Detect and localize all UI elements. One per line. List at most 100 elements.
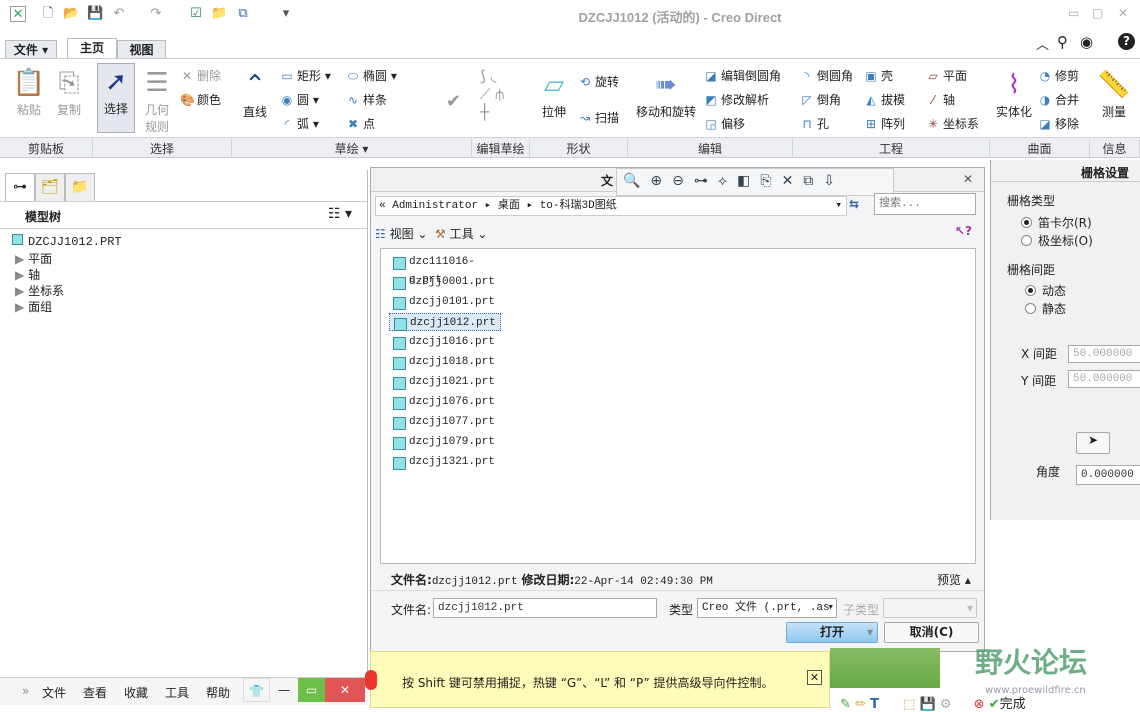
file-item[interactable]: dzcjj0001.prt <box>389 273 501 291</box>
redo-icon[interactable]: ↷ <box>148 6 164 22</box>
community-icon[interactable]: ◉ <box>1080 33 1093 51</box>
extrude-button[interactable]: ▱ 拉伸 <box>538 67 570 120</box>
tab-view[interactable]: 视图 <box>117 40 166 59</box>
spline-button[interactable]: ∿ 样条 <box>346 91 387 108</box>
dialog-close-button[interactable]: ✕ <box>963 172 973 186</box>
undo-icon[interactable]: ↶ <box>111 6 127 22</box>
y-spacing-input[interactable] <box>1068 370 1140 388</box>
close-window-icon[interactable]: 📁 <box>211 6 227 22</box>
collapse-icon[interactable]: ︿ <box>1036 34 1049 53</box>
plane-button[interactable]: ▱ 平面 <box>926 67 967 84</box>
delete-button[interactable]: ✕ 删除 <box>180 67 221 84</box>
breadcrumb-desktop[interactable]: 桌面 <box>498 200 520 212</box>
save-icon[interactable]: 💾 <box>87 6 103 22</box>
filename-input[interactable] <box>433 598 657 618</box>
check-icon[interactable]: ✔ <box>446 91 461 112</box>
favorites-tab[interactable]: 📁 <box>65 173 95 201</box>
minimize-icon[interactable]: — <box>270 678 298 702</box>
breadcrumb-dropdown-icon[interactable]: ▾ <box>835 197 842 215</box>
group-sketch[interactable]: 草绘 ▾ <box>232 140 472 157</box>
file-item[interactable]: dzcjj0101.prt <box>389 293 501 311</box>
modify-analytic-button[interactable]: ◩ 修改解析 <box>704 91 769 108</box>
sweep-button[interactable]: ↝ 扫描 <box>578 109 619 126</box>
edit-round-button[interactable]: ◪ 编辑倒圆角 <box>704 67 781 84</box>
model-tree-tab[interactable]: ⊶ <box>5 173 35 201</box>
paste-button[interactable]: 📋 粘贴 <box>10 65 48 118</box>
done-icon[interactable]: ✔ <box>989 697 1000 712</box>
measure-button[interactable]: 📏 测量 <box>1096 67 1132 120</box>
breadcrumb[interactable]: « Administrator ▸ 桌面 ▸ to-科瑞3D图纸 ▾ <box>375 196 847 216</box>
minimize-button[interactable]: ▭ <box>1068 6 1079 20</box>
skin-icon[interactable]: 👕 <box>243 678 270 702</box>
maximize-icon[interactable]: ▭ <box>298 678 325 702</box>
pattern-button[interactable]: ⊞ 阵列 <box>864 115 905 132</box>
message-close-button[interactable]: ✕ <box>807 670 822 685</box>
revolve-button[interactable]: ⟲ 旋转 <box>578 73 619 90</box>
type-select[interactable]: Creo 文件 (.prt, .as ▾ <box>697 598 837 618</box>
refresh-icon[interactable]: ⇆ <box>849 197 859 211</box>
select-button[interactable]: ➚ 选择 <box>97 63 135 133</box>
file-item[interactable]: dzcjj1076.prt <box>389 393 501 411</box>
chamfer-button[interactable]: ◸ 倒角 <box>800 91 841 108</box>
remove-button[interactable]: ◪ 移除 <box>1038 115 1079 132</box>
customize-icon[interactable]: ▾ <box>278 6 294 22</box>
round-button[interactable]: ◝ 倒圆角 <box>800 67 853 84</box>
tree-item-axes[interactable]: ▶ 轴 <box>15 266 40 283</box>
tree-item-planes[interactable]: ▶ 平面 <box>15 250 52 267</box>
tools-menu[interactable]: ⚒ 工具 ⌄ <box>435 225 487 242</box>
more-icon[interactable]: » <box>22 684 29 698</box>
copy-button[interactable]: ⎘ 复制 <box>52 65 86 118</box>
tree-item-csys[interactable]: ▶ 坐标系 <box>15 282 64 299</box>
line-button[interactable]: ⌃ 直线 <box>238 67 272 120</box>
tree-item-quilts[interactable]: ▶ 面组 <box>15 298 52 315</box>
file-item[interactable]: dzcjj1077.prt <box>389 413 501 431</box>
palette-icon[interactable]: ⬚ <box>903 697 915 712</box>
search-icon[interactable]: ⚲ <box>1057 33 1068 51</box>
search-input[interactable] <box>874 193 976 215</box>
file-item[interactable]: dzc111016-c.prt <box>389 253 501 286</box>
geometry-rules-button[interactable]: ☰ 几何规则 <box>140 65 174 135</box>
pick-button[interactable]: ➤ <box>1076 432 1110 454</box>
shell-button[interactable]: ▣ 壳 <box>864 67 893 84</box>
cancel-button[interactable]: 取消(C) <box>884 622 979 643</box>
tab-home[interactable]: 主页 <box>67 38 117 60</box>
subtype-select[interactable]: ▾ <box>883 598 977 618</box>
cancel-icon[interactable]: ⊗ <box>974 697 985 712</box>
menu-tools[interactable]: 工具 <box>165 684 189 701</box>
file-item[interactable]: dzcjj1321.prt <box>389 453 501 471</box>
file-item[interactable]: dzcjj1079.prt <box>389 433 501 451</box>
save-small-icon[interactable]: 💾 <box>920 697 936 712</box>
new-icon[interactable]: 🗋 <box>40 6 56 22</box>
angle-input[interactable] <box>1076 465 1140 485</box>
radio-cartesian[interactable]: 笛卡尔(R) <box>1021 214 1092 231</box>
tree-root[interactable]: DZCJJ1012.PRT <box>12 234 122 249</box>
view-toolbar[interactable]: 🔍⊕⊖⊶⟡◧⎘✕⧉⇩ <box>616 168 894 196</box>
file-list[interactable]: dzc111016-c.prt dzcjj0001.prt dzcjj0101.pr… <box>380 248 976 564</box>
regenerate-icon[interactable]: ☑ <box>188 6 204 22</box>
folder-browser-tab[interactable]: 🗂 <box>35 173 65 201</box>
sketch-icon[interactable]: ✎ <box>840 697 851 712</box>
text-icon[interactable]: T <box>870 697 879 712</box>
menu-favorites[interactable]: 收藏 <box>124 684 148 701</box>
axis-button[interactable]: ⁄ 轴 <box>926 91 955 108</box>
radio-dynamic[interactable]: 动态 <box>1025 282 1066 299</box>
context-help-icon[interactable]: ↖? <box>955 224 972 238</box>
radio-polar[interactable]: 极坐标(O) <box>1021 232 1093 249</box>
solidify-button[interactable]: ⌇ 实体化 <box>996 67 1032 120</box>
file-item[interactable]: dzcjj1021.prt <box>389 373 501 391</box>
move-rotate-button[interactable]: ➠ 移动和旋转 <box>634 67 698 120</box>
preview-toggle[interactable]: 预览 ▴ <box>937 571 971 588</box>
edit-sketch-icons[interactable]: ⟆ ◟ ⟋ ⫛ ┼ <box>480 67 504 121</box>
arc-button[interactable]: ◜ 弧 ▾ <box>280 115 319 132</box>
restore-button[interactable]: ▢ <box>1092 6 1103 20</box>
close-icon[interactable]: ✕ <box>325 678 365 702</box>
merge-button[interactable]: ◑ 合并 <box>1038 91 1079 108</box>
tab-file[interactable]: 文件 ▾ <box>5 40 57 59</box>
done-label[interactable]: 完成 <box>1000 697 1026 712</box>
open-icon[interactable]: 📂 <box>63 6 79 22</box>
breadcrumb-folder[interactable]: to-科瑞3D图纸 <box>540 200 617 212</box>
view-menu[interactable]: ☷ 视图 ⌄ <box>375 225 427 242</box>
csys-button[interactable]: ✳ 坐标系 <box>926 115 979 132</box>
x-spacing-input[interactable] <box>1068 345 1140 363</box>
menu-help[interactable]: 帮助 <box>206 684 230 701</box>
